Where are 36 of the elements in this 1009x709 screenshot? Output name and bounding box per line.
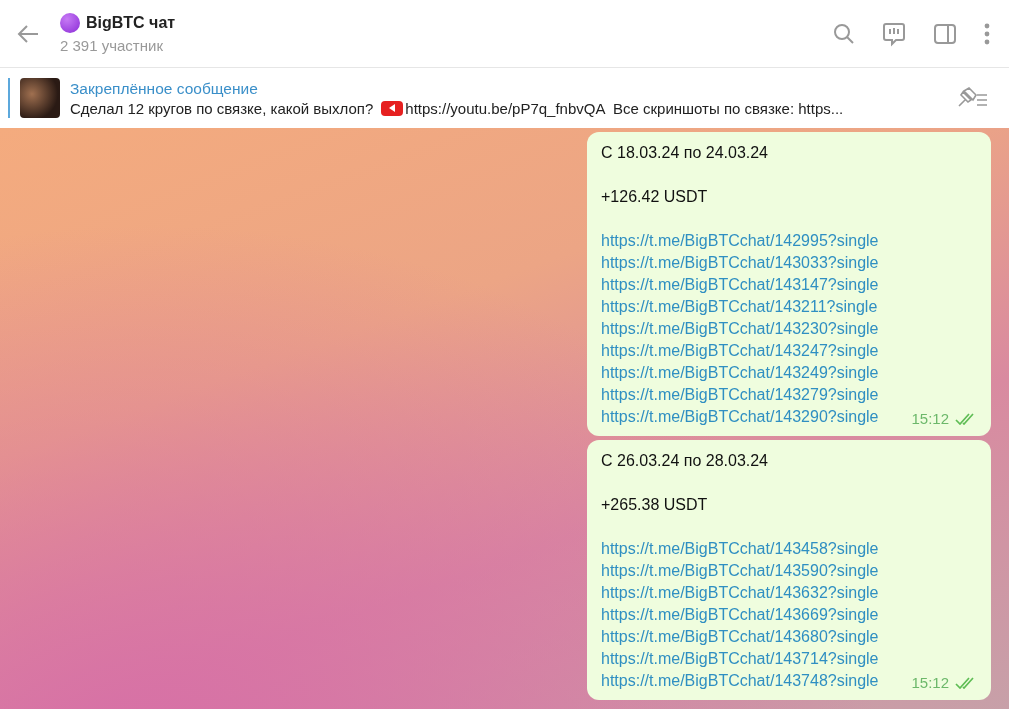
- message-link[interactable]: https://t.me/BigBTCchat/143714?single: [601, 648, 879, 670]
- member-count: 2 391 участник: [60, 37, 164, 54]
- message-text: +126.42 USDT: [601, 187, 708, 207]
- pinned-text: https://youtu.be/pP7q_fnbvQA Все скриншоты по связке: https...: [405, 99, 844, 117]
- message-time: 15:12: [911, 674, 949, 692]
- more-menu-icon[interactable]: [983, 22, 991, 45]
- message-link[interactable]: https://t.me/BigBTCchat/143290?single: [601, 406, 879, 428]
- message-link[interactable]: https://t.me/BigBTCchat/143279?single: [601, 384, 879, 406]
- circle-emoji-icon: [60, 13, 80, 33]
- chat-title[interactable]: BigBTC чат: [86, 14, 176, 32]
- message-link[interactable]: https://t.me/BigBTCchat/143590?single: [601, 560, 879, 582]
- message-link[interactable]: https://t.me/BigBTCchat/143458?single: [601, 538, 879, 560]
- photo-placeholder: [20, 78, 60, 118]
- speech-bubble-icon[interactable]: [881, 20, 907, 47]
- message-link[interactable]: https://t.me/BigBTCchat/143247?single: [601, 340, 879, 362]
- message-link[interactable]: https://t.me/BigBTCchat/142995?single: [601, 230, 879, 252]
- message-link[interactable]: https://t.me/BigBTCchat/143147?single: [601, 274, 879, 296]
- message-link[interactable]: https://t.me/BigBTCchat/143249?single: [601, 362, 879, 384]
- message-text: С 26.03.24 по 28.03.24: [601, 451, 768, 471]
- message-link[interactable]: https://t.me/BigBTCchat/143211?single: [601, 296, 878, 318]
- message-time: 15:12: [911, 410, 949, 428]
- sidebar-panel-icon[interactable]: [933, 22, 957, 45]
- message-link[interactable]: https://t.me/BigBTCchat/143230?single: [601, 318, 879, 340]
- pinned-label: Закреплённое сообщение: [70, 79, 259, 98]
- message-link[interactable]: https://t.me/BigBTCchat/143680?single: [601, 626, 879, 648]
- pinned-indicator-line: [8, 78, 10, 118]
- message-link[interactable]: https://t.me/BigBTCchat/143033?single: [601, 252, 879, 274]
- back-arrow-icon[interactable]: [16, 23, 40, 44]
- message-link[interactable]: https://t.me/BigBTCchat/143669?single: [601, 604, 879, 626]
- pinned-text: Сделал 12 кругов по связке, какой выхлоп?: [70, 99, 374, 117]
- message-link[interactable]: https://t.me/BigBTCchat/143748?single: [601, 670, 879, 692]
- message-text: С 18.03.24 по 24.03.24: [601, 143, 768, 163]
- message-link[interactable]: https://t.me/BigBTCchat/143632?single: [601, 582, 879, 604]
- message-text: +265.38 USDT: [601, 495, 708, 515]
- search-icon[interactable]: [833, 22, 855, 45]
- play-button-icon: [381, 100, 404, 116]
